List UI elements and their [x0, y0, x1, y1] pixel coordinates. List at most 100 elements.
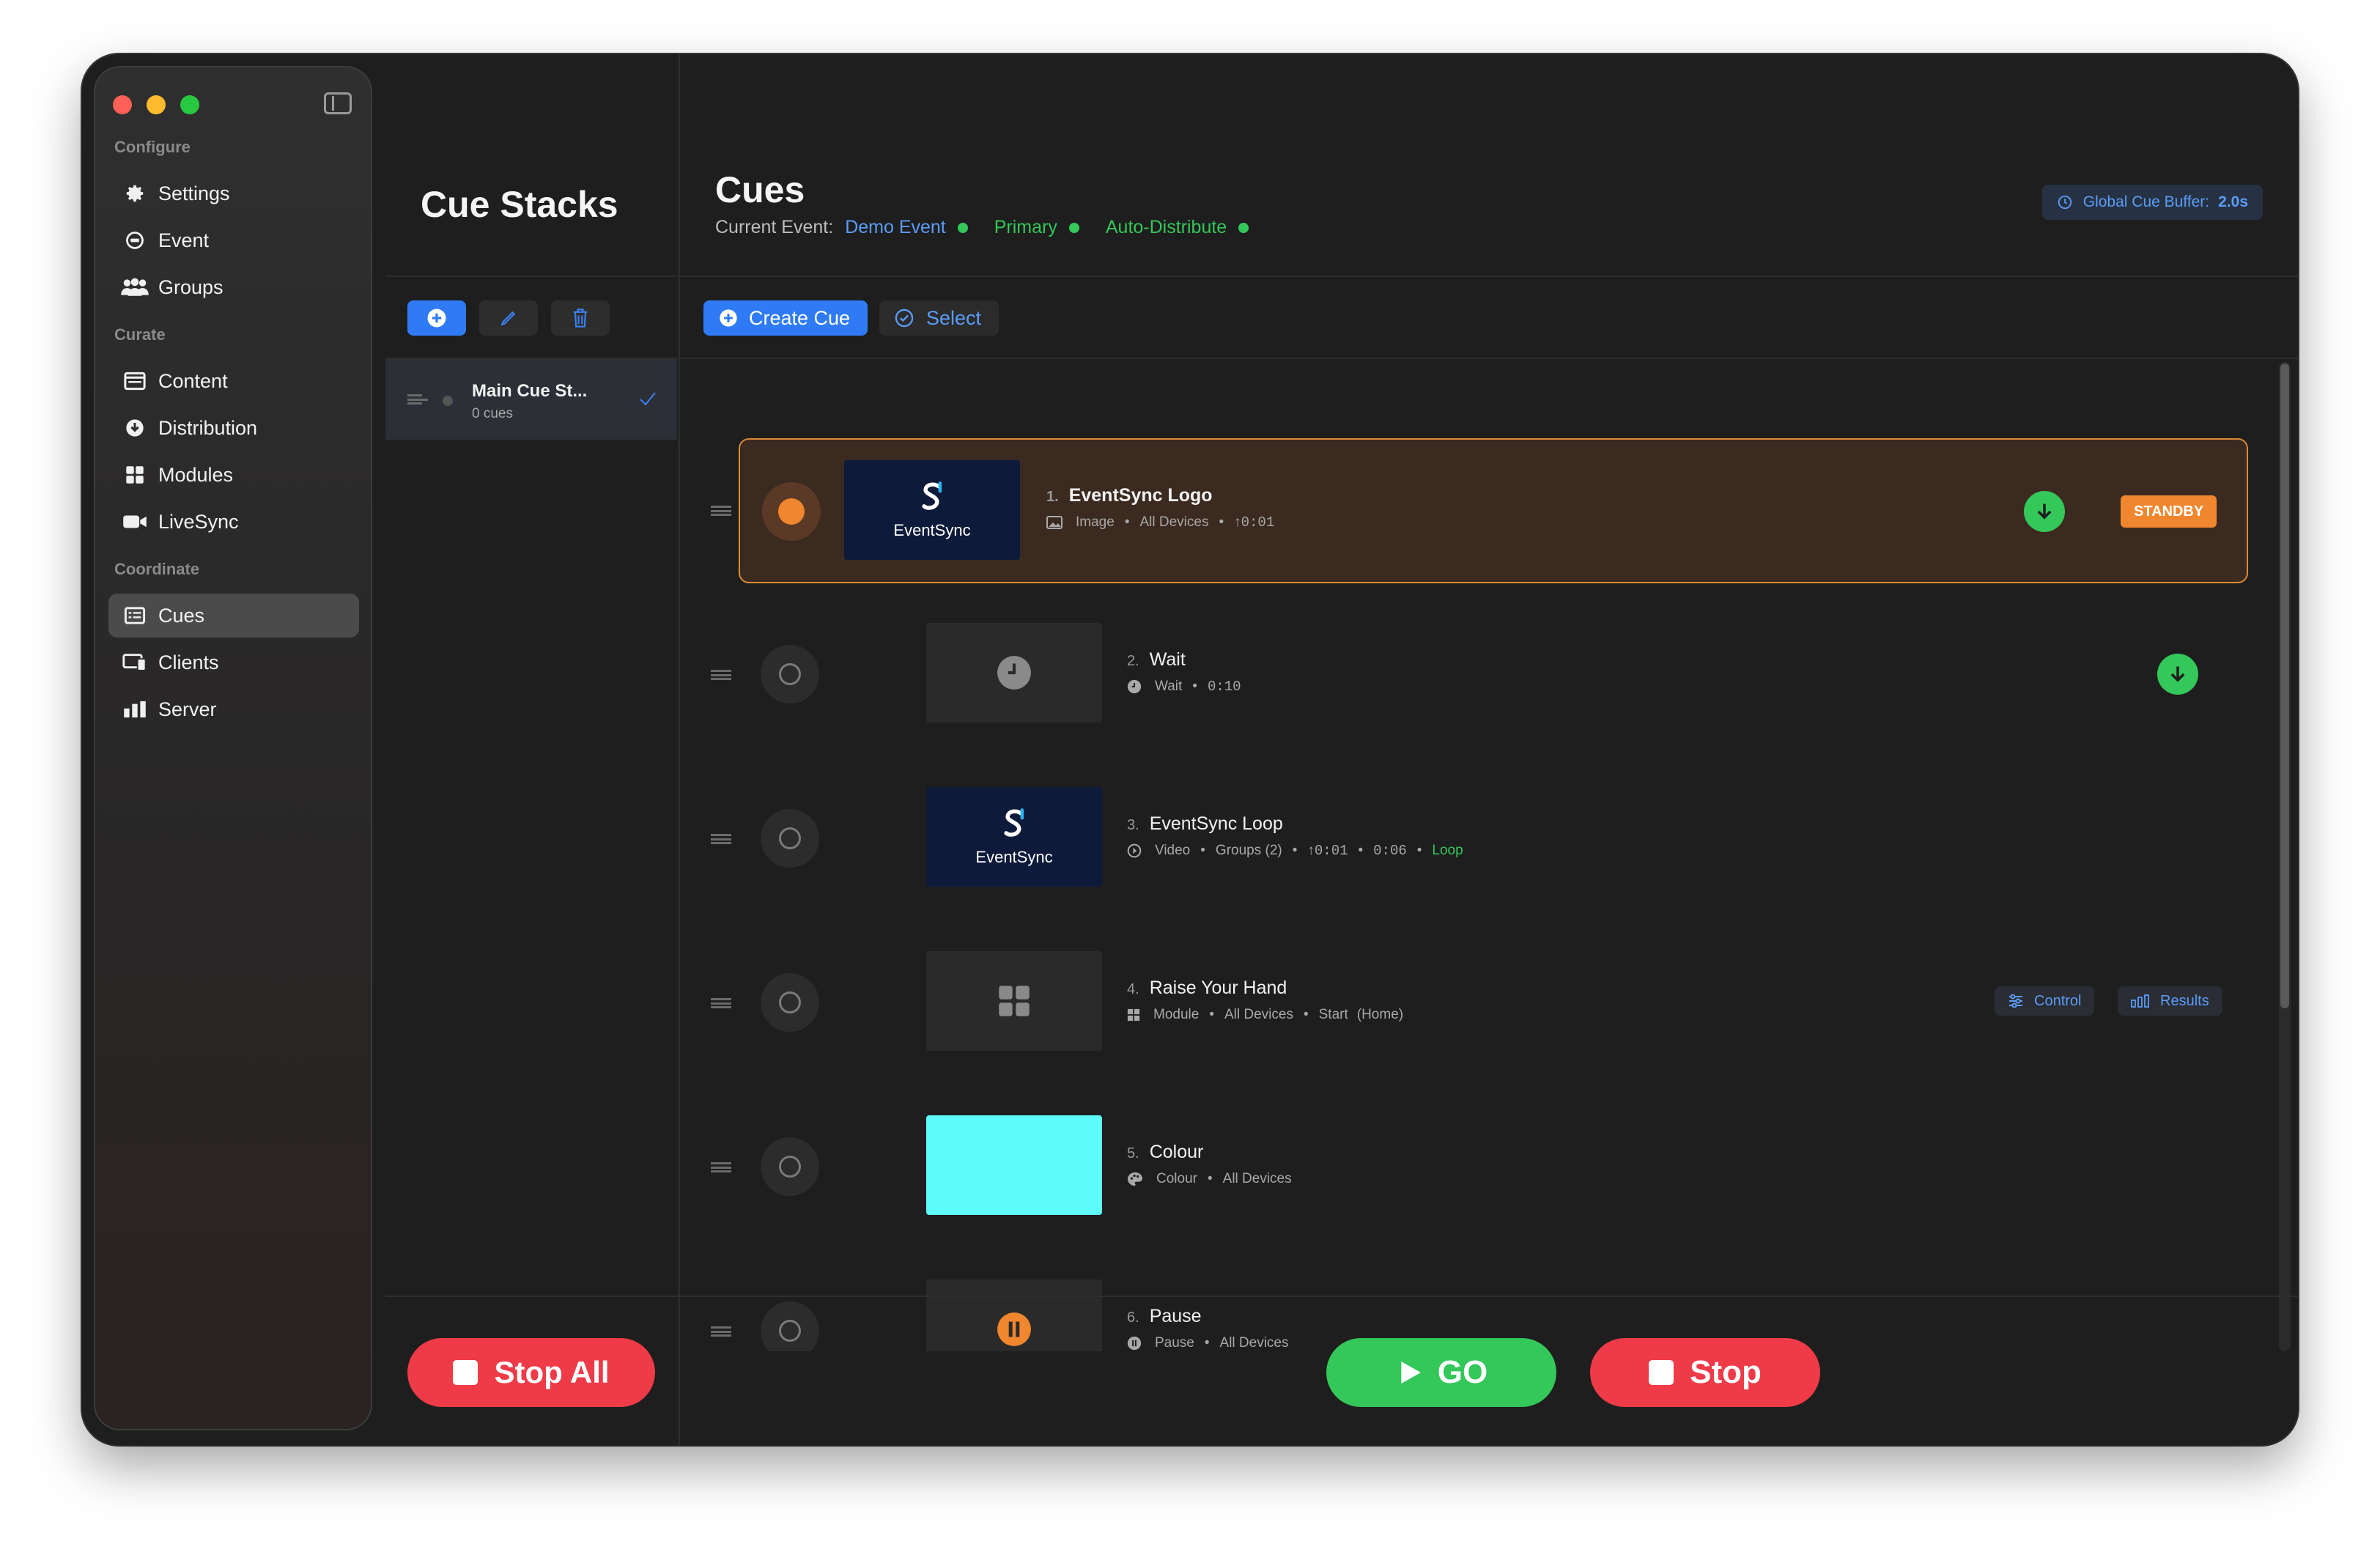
- cue-status-indicator[interactable]: [761, 1301, 819, 1351]
- play-icon: [1127, 843, 1142, 858]
- drag-handle-icon[interactable]: [711, 670, 731, 680]
- cue-stacks-title: Cue Stacks: [421, 184, 618, 225]
- stop-icon: [1649, 1360, 1674, 1385]
- cue-row[interactable]: 4. Raise Your Hand Module • All Devices • S…: [680, 928, 2277, 1074]
- sidebar-item-event[interactable]: Event: [108, 218, 359, 262]
- sidebar-item-livesync[interactable]: LiveSync: [108, 500, 359, 544]
- scrollbar-thumb[interactable]: [2280, 363, 2289, 1008]
- plus-circle-icon: [427, 309, 446, 328]
- select-button[interactable]: Select: [879, 300, 999, 336]
- sidebar-item-content[interactable]: Content: [108, 359, 359, 403]
- scrollbar[interactable]: [2279, 362, 2291, 1351]
- cue-row[interactable]: 2. Wait Wait • 0:10: [680, 599, 2277, 746]
- go-button[interactable]: GO: [1326, 1338, 1556, 1407]
- cue-meta: Colour • All Devices: [1127, 1171, 1292, 1187]
- cue-type: Module: [1153, 1007, 1200, 1022]
- plus-circle-icon: [720, 309, 737, 327]
- control-button[interactable]: Control: [1995, 986, 2095, 1016]
- results-label: Results: [2160, 992, 2209, 1009]
- stop-label: Stop: [1690, 1354, 1762, 1390]
- divider: [385, 276, 679, 277]
- colour-swatch: [926, 1115, 1102, 1215]
- distribution-status-dot: [1238, 222, 1249, 233]
- download-status-icon: [2024, 491, 2065, 532]
- cue-status-indicator[interactable]: [761, 809, 819, 868]
- cue-meta: Pause • All Devices: [1127, 1335, 1289, 1351]
- event-status-line: Current Event: Demo Event Primary Auto-D…: [715, 217, 1275, 238]
- stop-all-label: Stop All: [494, 1355, 610, 1389]
- cue-meta: Module • All Devices • Start (Home): [1127, 1007, 1403, 1023]
- role-status-dot: [1068, 222, 1079, 233]
- cue-target: All Devices: [1224, 1007, 1293, 1022]
- drag-handle-icon[interactable]: [711, 506, 731, 516]
- drag-handle-icon[interactable]: [711, 834, 731, 844]
- drag-handle-icon[interactable]: [711, 1326, 731, 1337]
- cue-type: Pause: [1155, 1335, 1194, 1351]
- cues-icon: [120, 601, 149, 630]
- clock-icon: [997, 656, 1031, 690]
- sidebar-item-modules[interactable]: Modules: [108, 453, 359, 497]
- current-event-label: Current Event:: [715, 217, 834, 237]
- logo-wordmark: EventSync: [893, 521, 971, 539]
- cue-duration: 0:06: [1373, 843, 1407, 859]
- cue-fade-time: 0:01: [1314, 843, 1348, 859]
- cue-type: Wait: [1155, 679, 1183, 694]
- add-stack-button[interactable]: [407, 300, 466, 336]
- cue-title: EventSync Loop: [1149, 813, 1283, 834]
- sidebar-item-label: Modules: [158, 463, 234, 486]
- sidebar-item-cues[interactable]: Cues: [108, 594, 359, 638]
- cue-number: 1.: [1046, 489, 1059, 505]
- video-icon: [120, 507, 149, 536]
- pause-icon: [1127, 1336, 1142, 1351]
- delete-stack-button[interactable]: [551, 300, 610, 336]
- cue-status-indicator[interactable]: [761, 645, 819, 703]
- sidebar-toggle-icon[interactable]: [324, 92, 352, 114]
- stack-status-dot: [443, 396, 453, 406]
- drag-handle-icon[interactable]: [711, 1162, 731, 1172]
- cue-status-indicator[interactable]: [761, 1137, 819, 1196]
- cue-thumbnail: EventSync: [844, 460, 1020, 560]
- cue-action-detail: (Home): [1356, 1007, 1404, 1022]
- sliders-icon: [2009, 994, 2022, 1008]
- cue-meta: Wait • 0:10: [1127, 679, 1241, 695]
- go-label: GO: [1437, 1354, 1488, 1390]
- create-cue-button[interactable]: Create Cue: [703, 300, 868, 336]
- cue-meta: Image • All Devices • ↑ 0:01: [1046, 514, 1274, 531]
- close-window-button[interactable]: [113, 95, 132, 114]
- sidebar-item-label: LiveSync: [158, 510, 239, 533]
- cue-status-indicator[interactable]: [762, 482, 821, 541]
- cue-type: Colour: [1156, 1171, 1197, 1186]
- minimize-window-button[interactable]: [147, 95, 166, 114]
- results-button[interactable]: Results: [2118, 986, 2222, 1016]
- stop-all-button[interactable]: Stop All: [407, 1338, 655, 1407]
- eventsync-logo-icon: [922, 481, 942, 510]
- drag-handle-icon[interactable]: [711, 998, 731, 1008]
- cue-number: 2.: [1127, 653, 1139, 669]
- global-cue-buffer-badge[interactable]: Global Cue Buffer: 2.0s: [2041, 185, 2263, 220]
- cue-row[interactable]: EventSync 1. EventSync Logo Image • All De…: [739, 438, 2248, 583]
- stack-list-item[interactable]: Main Cue St... 0 cues: [385, 359, 677, 440]
- sidebar-item-label: Content: [158, 369, 228, 392]
- divider: [680, 276, 2298, 277]
- drag-handle-icon[interactable]: [407, 394, 428, 405]
- cue-row[interactable]: 6. Pause Pause • All Devices: [680, 1256, 2277, 1351]
- stop-icon: [453, 1360, 478, 1385]
- divider: [680, 1296, 2298, 1297]
- sidebar-item-settings[interactable]: Settings: [108, 171, 359, 215]
- sidebar-item-groups[interactable]: Groups: [108, 265, 359, 309]
- sidebar-item-distribution[interactable]: Distribution: [108, 406, 359, 450]
- sidebar-item-label: Clients: [158, 651, 219, 673]
- sidebar-item-server[interactable]: Server: [108, 687, 359, 731]
- sidebar-item-label: Server: [158, 698, 217, 720]
- sidebar-item-clients[interactable]: Clients: [108, 640, 359, 684]
- zoom-window-button[interactable]: [180, 95, 199, 114]
- stop-button[interactable]: Stop: [1590, 1338, 1820, 1407]
- edit-stack-button[interactable]: [479, 300, 538, 336]
- cue-title: Raise Your Hand: [1149, 978, 1287, 998]
- cue-status-indicator[interactable]: [761, 973, 819, 1032]
- cue-row[interactable]: EventSync 3. EventSync Loop Video • Groups…: [680, 764, 2277, 910]
- event-name-link[interactable]: Demo Event: [845, 217, 946, 238]
- cue-type: Image: [1076, 514, 1115, 530]
- cue-row[interactable]: 5. Colour Colour • All Devices: [680, 1092, 2277, 1238]
- event-icon: [120, 226, 149, 255]
